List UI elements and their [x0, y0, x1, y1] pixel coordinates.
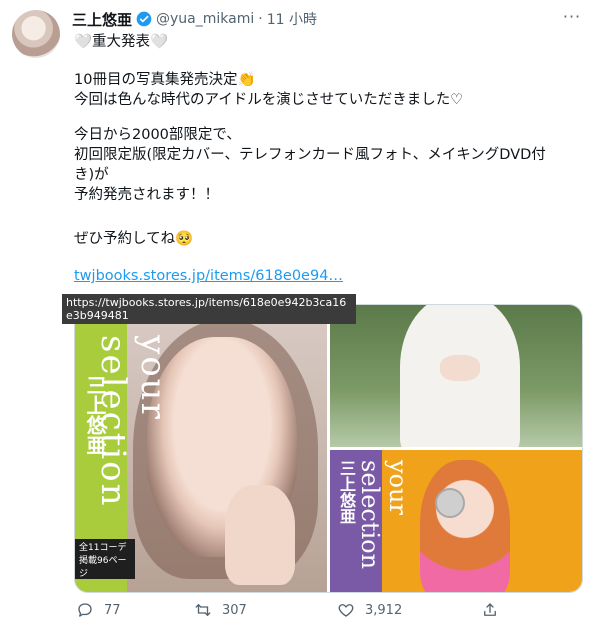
reply-icon [78, 603, 92, 617]
media-grid: 三上悠亜 your selection 全11コーデ 掲載96ページ 三上悠亜 … [74, 304, 583, 593]
tweet-text-line-7: 予約発売されます！！ [74, 187, 219, 203]
cover-badge: 全11コーデ 掲載96ページ [75, 539, 135, 579]
header-separator: · [258, 11, 263, 27]
photo-girl-shape [420, 460, 510, 592]
photo-hands-shape [440, 355, 480, 381]
tweet-actions: 77 307 3,912 [0, 597, 591, 625]
like-count: 3,912 [365, 602, 403, 618]
tweet-text-line-3: 今回は色んな時代のアイドルを演じさせていただきました♡ [74, 92, 464, 108]
reply-button[interactable]: 77 [76, 601, 121, 619]
avatar[interactable] [12, 10, 60, 58]
cover-title-2: your selection [356, 460, 412, 570]
tweet-text-line-6: き)が [74, 167, 109, 183]
reply-count: 77 [104, 602, 121, 618]
cover-author-name-2: 三上悠亜 [337, 460, 356, 524]
tweet-header: 三上悠亜 @yua_mikami · 11 小時 [72, 8, 317, 30]
retweet-icon [195, 604, 211, 616]
media-image-1[interactable]: 三上悠亜 your selection 全11コーデ 掲載96ページ [75, 305, 327, 592]
media-image-2[interactable] [330, 305, 582, 447]
heart-icon [338, 604, 354, 617]
retweet-count: 307 [222, 602, 247, 618]
retweet-button[interactable]: 307 [194, 601, 247, 619]
media-image-3[interactable]: 三上悠亜 your selection [330, 450, 582, 592]
author-name[interactable]: 三上悠亜 [72, 9, 132, 30]
share-button[interactable] [481, 601, 499, 619]
photo-hand-shape [225, 485, 295, 585]
tweet-time[interactable]: 11 小時 [267, 9, 317, 29]
link-tooltip: https://twjbooks.stores.jp/items/618e0e9… [62, 294, 356, 324]
tweet-link[interactable]: twjbooks.stores.jp/items/618e0e94… [74, 268, 343, 284]
tweet-paragraph-1: 10冊目の写真集発売決定👏 今回は色んな時代のアイドルを演じさせていただきました… [74, 70, 463, 110]
tweet-text-line-8: ぜひ予約してね🥺 [74, 231, 194, 247]
tweet-text-line-4: 今日から2000部限定で、 [74, 127, 241, 143]
tweet-text-line-5: 初回限定版(限定カバー、テレフォンカード風フォト、メイキングDVD付 [74, 147, 546, 163]
share-icon [484, 603, 496, 616]
verified-badge-icon [136, 11, 152, 27]
tweet-text-line-1: 🤍重大発表🤍 [74, 34, 169, 50]
author-handle[interactable]: @yua_mikami [156, 11, 254, 27]
photo-microphone-shape [435, 488, 465, 518]
tweet-card: 三上悠亜 @yua_mikami · 11 小時 ··· 🤍重大発表🤍 10冊目… [0, 0, 591, 633]
tweet-paragraph-2: 今日から2000部限定で、 初回限定版(限定カバー、テレフォンカード風フォト、メ… [74, 125, 546, 205]
more-options-icon[interactable]: ··· [560, 8, 584, 28]
like-button[interactable]: 3,912 [337, 601, 402, 619]
tweet-text-line-2: 10冊目の写真集発売決定👏 [74, 72, 256, 88]
